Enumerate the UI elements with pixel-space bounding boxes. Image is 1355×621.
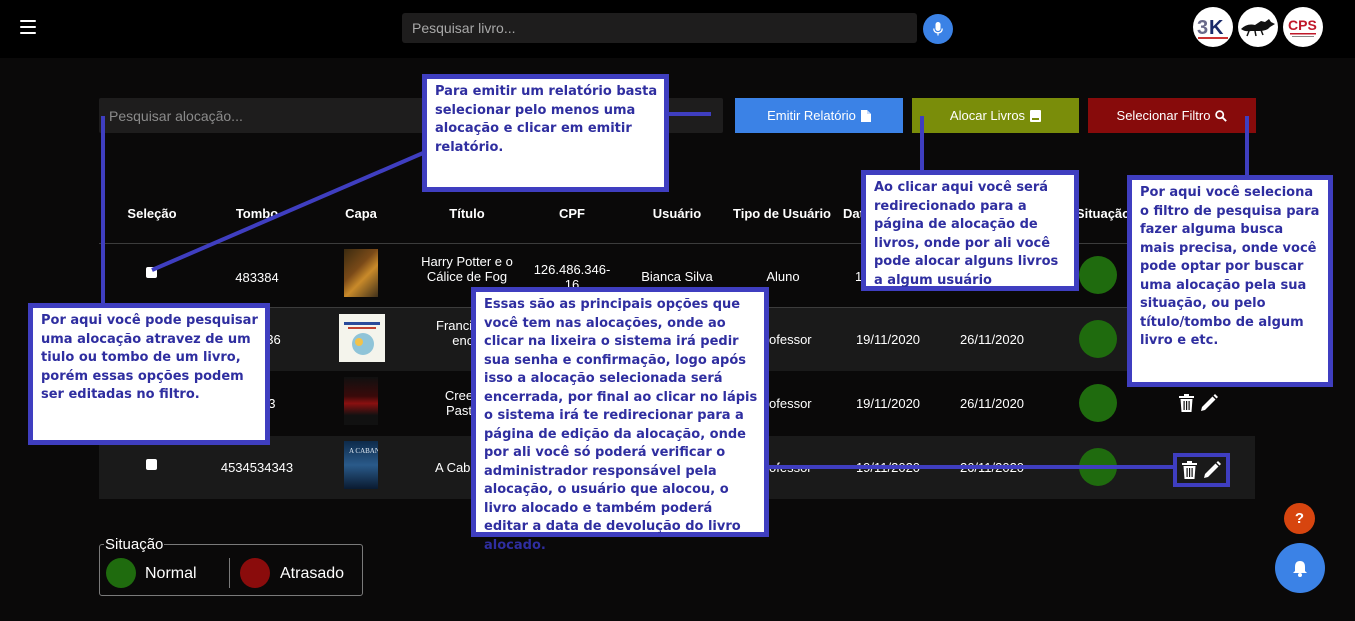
notifications-button[interactable] (1275, 543, 1325, 593)
connector-line (920, 116, 924, 172)
legend-normal-label: Normal (145, 565, 197, 582)
header-cover: Capa (345, 206, 377, 221)
row-return-date: 26/11/2020 (959, 396, 1025, 411)
allocate-books-button[interactable]: Alocar Livros (912, 98, 1079, 133)
row-tombo: 483384 (235, 270, 279, 285)
connector-line (666, 112, 711, 116)
logo-fox (1238, 7, 1278, 47)
header-selection: Seleção (127, 206, 177, 221)
book-search-input[interactable] (402, 13, 917, 43)
hamburger-menu-icon[interactable] (20, 20, 36, 34)
row-checkbox[interactable] (146, 267, 157, 278)
header-status: Situação (1075, 206, 1131, 221)
header-cpf: CPF (559, 206, 585, 221)
book-cover (344, 377, 378, 425)
annotation-filter: Por aqui você seleciona o filtro de pesq… (1127, 175, 1333, 387)
header-title: Título (449, 206, 485, 221)
header-user-type: Tipo de Usuário (733, 206, 831, 221)
trash-icon[interactable] (1182, 461, 1197, 479)
status-normal-indicator (1079, 256, 1117, 294)
annotation-search: Por aqui você pode pesquisar uma alocaçã… (28, 303, 270, 445)
row-user-type: ofessor (769, 396, 812, 411)
trash-icon[interactable] (1179, 394, 1194, 412)
logo-cps: CPS (1283, 7, 1323, 47)
status-normal-indicator (1079, 320, 1117, 358)
row-return-date: 26/11/2020 (959, 332, 1025, 347)
row-actions (1179, 394, 1218, 412)
book-cover (339, 314, 385, 362)
row-user: Bianca Silva (641, 269, 713, 284)
top-bar: 3K CPS (0, 0, 1355, 58)
microphone-icon (933, 22, 943, 36)
help-label: ? (1294, 510, 1305, 527)
select-filter-label: Selecionar Filtro (1116, 108, 1211, 123)
connector-line (1245, 116, 1249, 176)
row-user-type: ofessor (769, 332, 812, 347)
row-tombo: 4534534343 (220, 460, 294, 475)
annotation-report: Para emitir um relatório basta seleciona… (422, 74, 669, 192)
bell-icon (1293, 560, 1307, 577)
row-date: 19/11/2020 (855, 396, 921, 411)
svg-text:A CABANA: A CABANA (349, 447, 378, 455)
row-date: 19/11/2020 (855, 332, 921, 347)
book-icon (1030, 109, 1042, 122)
book-cover (344, 249, 378, 297)
pencil-icon[interactable] (1203, 461, 1221, 479)
file-icon (860, 109, 871, 122)
legend-title: Situação (104, 536, 165, 553)
row-user-type: Aluno (766, 269, 800, 284)
emit-report-button[interactable]: Emitir Relatório (735, 98, 903, 133)
svg-text:K: K (1209, 17, 1224, 39)
connector-line (101, 116, 105, 303)
legend-divider (229, 558, 230, 588)
pencil-icon[interactable] (1200, 394, 1218, 412)
header-user: Usuário (652, 206, 702, 221)
select-filter-button[interactable]: Selecionar Filtro (1088, 98, 1256, 133)
row-actions (1173, 453, 1230, 487)
legend-late-label: Atrasado (280, 565, 345, 582)
logo-3k: 3K (1193, 7, 1233, 47)
row-checkbox[interactable] (146, 459, 157, 470)
legend-normal-dot (106, 558, 136, 588)
svg-text:3: 3 (1197, 17, 1208, 39)
allocate-books-label: Alocar Livros (949, 108, 1026, 123)
book-cover: A CABANA (344, 441, 378, 489)
microphone-button[interactable] (923, 14, 953, 44)
help-button[interactable]: ? (1284, 503, 1315, 534)
emit-report-label: Emitir Relatório (767, 108, 856, 123)
status-legend: Situação Normal Atrasado (99, 536, 363, 596)
annotation-actions: Essas são as principais opções que você … (471, 287, 769, 553)
header-tombo: Tombo (235, 206, 279, 221)
connector-line (764, 465, 1174, 469)
status-normal-indicator (1079, 384, 1117, 422)
legend-late-dot (240, 558, 270, 588)
svg-text:CPS: CPS (1288, 17, 1317, 33)
search-icon (1215, 109, 1228, 122)
annotation-allocate: Ao clicar aqui você será redirecionado p… (861, 170, 1079, 291)
